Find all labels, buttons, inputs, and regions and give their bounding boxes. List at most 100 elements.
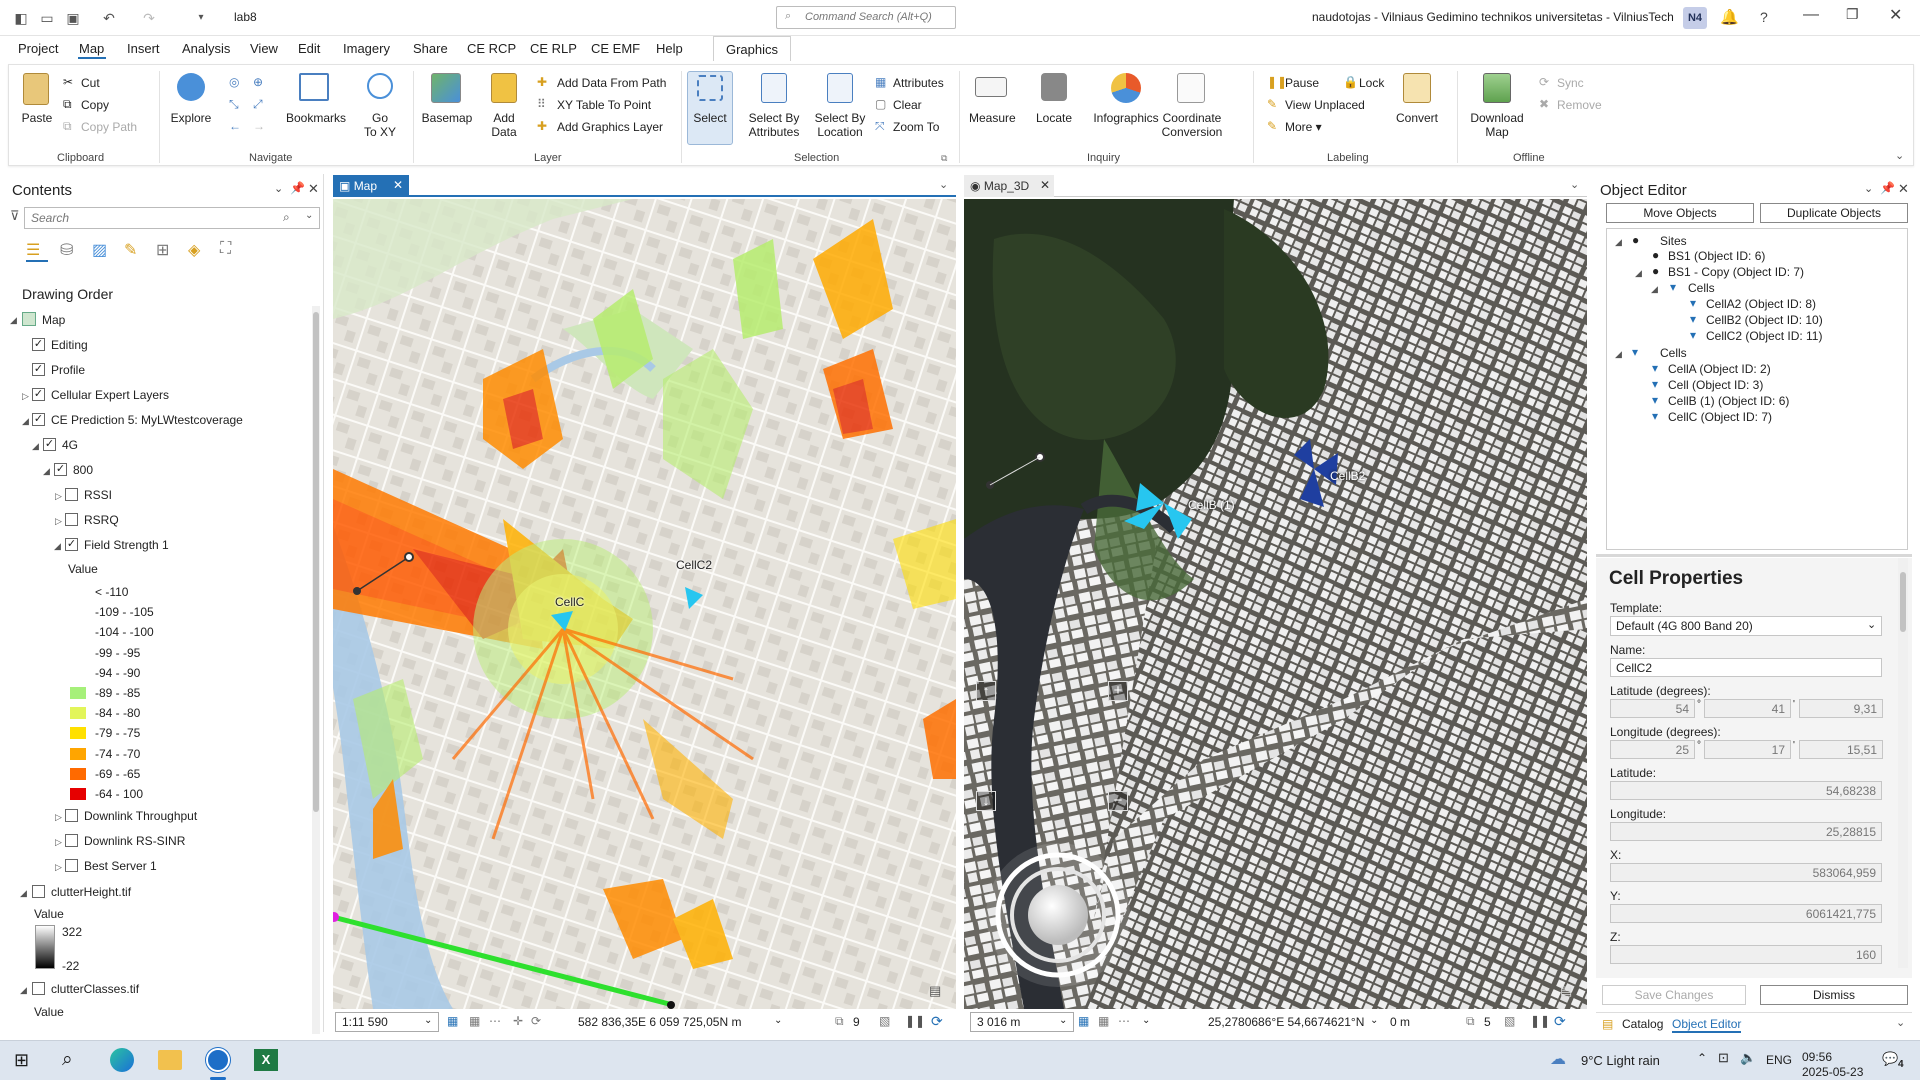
copy-button[interactable]: Copy <box>81 98 109 112</box>
tab-catalog[interactable]: Catalog <box>1622 1017 1663 1031</box>
list-by-perspective-icon[interactable]: ⛶ <box>220 240 231 258</box>
attributes-button[interactable]: Attributes <box>893 76 944 90</box>
language-indicator[interactable]: ENG <box>1766 1053 1792 1067</box>
close-pane-icon[interactable]: ✕ <box>308 181 319 197</box>
expand-arrow-icon[interactable]: ◢ <box>22 416 29 427</box>
go-to-xy-button[interactable]: Go To XY <box>359 111 401 139</box>
collapse-arrow-icon[interactable]: ▷ <box>55 837 62 848</box>
tilt-up-icon[interactable]: ↑ <box>976 681 996 701</box>
project-name[interactable]: lab8 <box>234 10 257 24</box>
download-map-button[interactable]: Download Map <box>1467 111 1527 139</box>
show-hidden-icons[interactable]: ⌃ <box>1697 1051 1707 1065</box>
chevron-down-icon[interactable]: ⌄ <box>1896 1016 1905 1029</box>
tree-cellular-expert-layers[interactable]: Cellular Expert Layers <box>51 388 169 402</box>
menu-help[interactable]: Help <box>656 41 683 56</box>
map-view-2d[interactable]: CellC CellC2 ▤ <box>333 199 956 1009</box>
copy-path-button[interactable]: Copy Path <box>81 120 137 134</box>
filter-icon[interactable]: ⊽ <box>10 208 20 224</box>
tree-cella2[interactable]: CellA2 (Object ID: 8) <box>1706 297 1816 311</box>
tree-cellb-1[interactable]: CellB (1) (Object ID: 6) <box>1668 394 1789 408</box>
collapse-arrow-icon[interactable]: ▷ <box>22 391 29 402</box>
convert-button[interactable]: Convert <box>1395 111 1439 125</box>
tree-prediction[interactable]: CE Prediction 5: MyLWtestcoverage <box>51 413 243 427</box>
tab-overflow-icon[interactable]: ⌄ <box>1570 178 1579 191</box>
auto-hide-pin-icon[interactable]: 📌 <box>290 181 305 195</box>
list-by-snapping-icon[interactable]: ⊞ <box>156 240 169 260</box>
close-tab-icon[interactable]: ✕ <box>393 178 403 192</box>
lon-degrees-input[interactable]: 25 <box>1610 740 1695 759</box>
move-objects-button[interactable]: Move Objects <box>1606 203 1754 223</box>
collapse-arrow-icon[interactable]: ▷ <box>55 491 62 502</box>
dismiss-button[interactable]: Dismiss <box>1760 985 1908 1005</box>
close-pane-icon[interactable]: ✕ <box>1898 181 1909 197</box>
map-toolbar-icon[interactable]: ▦ <box>447 1014 458 1028</box>
properties-scrollbar[interactable] <box>1898 558 1908 968</box>
menu-imagery[interactable]: Imagery <box>343 41 390 56</box>
tree-cellc2[interactable]: CellC2 (Object ID: 11) <box>1706 329 1822 343</box>
cut-button[interactable]: Cut <box>81 76 100 90</box>
tree-cellb2[interactable]: CellB2 (Object ID: 10) <box>1706 313 1823 327</box>
collapse-arrow-icon[interactable]: ▷ <box>55 862 62 873</box>
tree-downlink-sinr[interactable]: Downlink RS-SINR <box>84 834 185 848</box>
dialog-launcher-icon[interactable]: ⧉ <box>941 153 947 164</box>
checkbox-prediction[interactable]: ✓ <box>32 413 45 426</box>
collapse-arrow-icon[interactable]: ▷ <box>55 516 62 527</box>
splitter[interactable] <box>1596 554 1912 557</box>
refresh-icon[interactable]: ⟳ <box>931 1013 943 1030</box>
latitude-input[interactable]: 54,68238 <box>1610 781 1882 800</box>
tree-rsrq[interactable]: RSRQ <box>84 513 119 527</box>
site-marker[interactable] <box>353 587 361 595</box>
locate-button[interactable]: Locate <box>1031 111 1077 125</box>
command-search-input[interactable]: ⌕ Command Search (Alt+Q) <box>776 6 956 29</box>
select-by-attributes-button[interactable]: Select By Attributes <box>741 111 807 139</box>
customize-qat-icon[interactable]: ▾ <box>190 8 212 28</box>
tab-map[interactable]: ▣ Map ✕ <box>333 175 409 197</box>
y-input[interactable]: 6061421,775 <box>1610 904 1882 923</box>
checkbox-clutter-height[interactable] <box>32 885 45 898</box>
pane-menu-icon[interactable]: ⌄ <box>274 182 283 195</box>
snapping-icon[interactable]: ⋯ <box>1118 1014 1130 1028</box>
checkbox-best-server[interactable] <box>65 859 78 872</box>
lat-seconds-input[interactable]: 9,31 <box>1799 699 1883 718</box>
checkbox-rssi[interactable] <box>65 488 78 501</box>
refresh-icon[interactable]: ⟳ <box>1554 1013 1566 1030</box>
selected-features-icon[interactable]: ⧉ <box>1466 1014 1475 1029</box>
close-icon[interactable]: ✕ <box>1889 5 1902 25</box>
select-by-location-button[interactable]: Select By Location <box>809 111 871 139</box>
edge-icon[interactable] <box>110 1048 134 1072</box>
checkbox-profile[interactable]: ✓ <box>32 363 45 376</box>
search-options-icon[interactable]: ⌄ <box>305 210 313 221</box>
menu-insert[interactable]: Insert <box>127 41 160 56</box>
rotation-icon[interactable]: ⟳ <box>531 1014 541 1028</box>
tab-object-editor[interactable]: Object Editor <box>1672 1017 1742 1033</box>
paste-button[interactable]: Paste <box>19 111 55 125</box>
site-marker[interactable] <box>404 552 414 562</box>
pause-drawing-icon[interactable]: ❚❚ <box>905 1014 925 1028</box>
tree-clutter-classes[interactable]: clutterClasses.tif <box>51 982 139 996</box>
full-extent-icon[interactable]: ◎ <box>229 75 239 89</box>
arcgis-pro-icon[interactable] <box>206 1048 230 1072</box>
table-of-contents-icon[interactable]: ▤ <box>929 983 941 999</box>
fixed-zoom-out-icon[interactable]: ⤢ <box>253 97 263 112</box>
units-chevron-icon[interactable]: ⌄ <box>1370 1015 1378 1026</box>
tree-cells-1[interactable]: Cells <box>1688 281 1715 295</box>
expand-arrow-icon[interactable]: ◢ <box>20 985 27 996</box>
menu-map[interactable]: Map <box>79 41 104 56</box>
tilt-down-icon[interactable]: ↓ <box>976 791 996 811</box>
search-icon[interactable]: ⌕ <box>62 1049 73 1071</box>
checkbox-4g[interactable]: ✓ <box>43 438 56 451</box>
contents-search-input[interactable]: Search ⌕ ⌄ <box>24 207 320 229</box>
checkbox-downlink-throughput[interactable] <box>65 809 78 822</box>
back-icon[interactable]: ← <box>229 119 241 133</box>
coordinate-conversion-button[interactable]: Coordinate Conversion <box>1157 111 1227 139</box>
contents-scrollbar-thumb[interactable] <box>313 312 319 812</box>
list-by-editing-icon[interactable]: ✎ <box>124 240 137 260</box>
pause-labeling-button[interactable]: Pause <box>1285 76 1319 90</box>
checkbox-rsrq[interactable] <box>65 513 78 526</box>
expand-arrow-icon[interactable]: ◢ <box>32 441 39 452</box>
duplicate-objects-button[interactable]: Duplicate Objects <box>1760 203 1908 223</box>
expand-arrow-icon[interactable]: ◢ <box>1635 268 1642 279</box>
infographics-button[interactable]: Infographics <box>1089 111 1163 125</box>
menu-ce-emf[interactable]: CE EMF <box>591 41 640 56</box>
zoom-selected-icon[interactable]: ⊕ <box>253 75 263 89</box>
